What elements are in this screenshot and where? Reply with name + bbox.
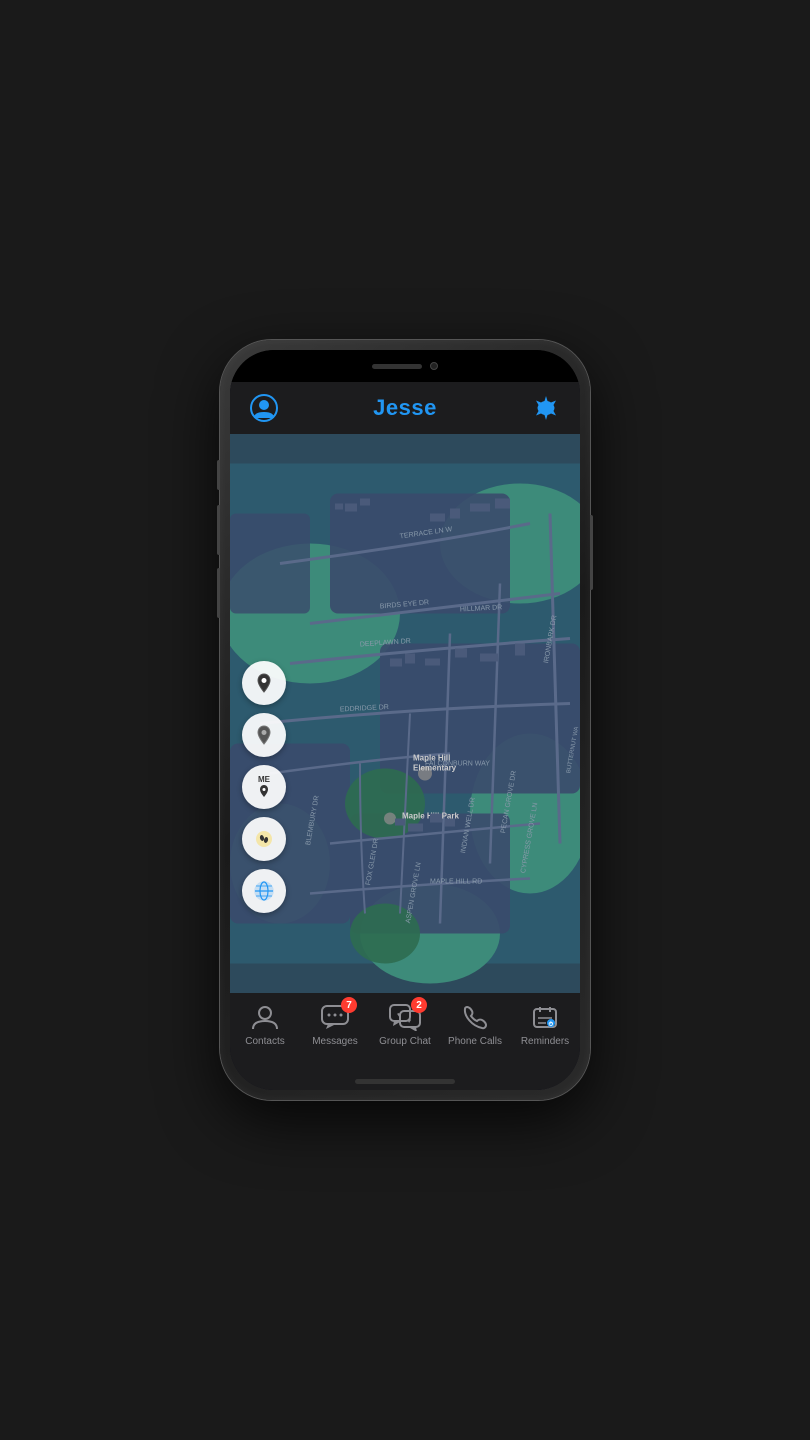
nav-item-messages[interactable]: 7 Messages <box>300 1001 370 1047</box>
home-indicator <box>355 1079 455 1084</box>
reminders-icon-wrap: ⏱ <box>527 1001 563 1033</box>
phone-calls-label: Phone Calls <box>448 1036 502 1047</box>
speaker-grille <box>372 364 422 369</box>
notch-area <box>230 350 580 382</box>
messages-label: Messages <box>312 1036 358 1047</box>
svg-text:⏱: ⏱ <box>549 1021 554 1028</box>
group-chat-icon-wrap: ♥ ♥ 2 <box>387 1001 423 1033</box>
profile-icon <box>250 394 278 422</box>
group-chat-badge: 2 <box>411 997 427 1013</box>
phone-frame: Jesse <box>220 340 590 1100</box>
svg-text:♥: ♥ <box>407 1018 411 1025</box>
nav-item-reminders[interactable]: ⏱ Reminders <box>510 1001 580 1047</box>
reminders-icon: ⏱ <box>531 1004 559 1030</box>
bottom-navigation: Contacts 7 Messages <box>230 993 580 1075</box>
settings-button[interactable] <box>528 390 564 426</box>
svg-text:♥: ♥ <box>397 1012 401 1019</box>
settings-icon <box>532 394 560 422</box>
map-controls: ME <box>242 661 286 913</box>
mute-button <box>217 460 220 490</box>
app-title: Jesse <box>373 395 437 421</box>
nav-item-contacts[interactable]: Contacts <box>230 1001 300 1047</box>
globe-button[interactable] <box>242 869 286 913</box>
contacts-icon-wrap <box>247 1001 283 1033</box>
phone-screen: Jesse <box>230 350 580 1090</box>
footsteps-button[interactable] <box>242 817 286 861</box>
phone-calls-icon-wrap <box>457 1001 493 1033</box>
messages-icon-wrap: 7 <box>317 1001 353 1033</box>
location-pin-button-2[interactable] <box>242 713 286 757</box>
svg-text:MAPLE HILL RD: MAPLE HILL RD <box>430 879 482 886</box>
me-pin-icon <box>257 784 271 798</box>
app-header: Jesse <box>230 382 580 434</box>
me-location-button[interactable]: ME <box>242 765 286 809</box>
volume-down-button <box>217 568 220 618</box>
profile-button[interactable] <box>246 390 282 426</box>
front-camera <box>430 362 438 370</box>
messages-badge: 7 <box>341 997 357 1013</box>
phone-calls-icon <box>462 1004 488 1030</box>
svg-text:Maple Hill: Maple Hill <box>413 754 450 763</box>
group-chat-label: Group Chat <box>379 1036 431 1047</box>
contacts-icon <box>251 1004 279 1030</box>
volume-up-button <box>217 505 220 555</box>
notch <box>350 355 460 377</box>
globe-icon <box>252 879 276 903</box>
pin-icon-2 <box>253 724 275 746</box>
nav-item-group-chat[interactable]: ♥ ♥ 2 Group Chat <box>370 1001 440 1047</box>
footsteps-icon <box>253 828 275 850</box>
power-button <box>590 515 593 590</box>
app-screen: Jesse <box>230 382 580 1090</box>
map-view[interactable]: TERRACE LN W BIRDS EYE DR HILLMAR DR DEE… <box>230 434 580 993</box>
location-pin-button-1[interactable] <box>242 661 286 705</box>
pin-icon-1 <box>253 672 275 694</box>
contacts-label: Contacts <box>245 1036 284 1047</box>
reminders-label: Reminders <box>521 1036 569 1047</box>
home-bar-area <box>230 1075 580 1090</box>
nav-item-phone-calls[interactable]: Phone Calls <box>440 1001 510 1047</box>
svg-text:Elementary: Elementary <box>413 764 457 773</box>
